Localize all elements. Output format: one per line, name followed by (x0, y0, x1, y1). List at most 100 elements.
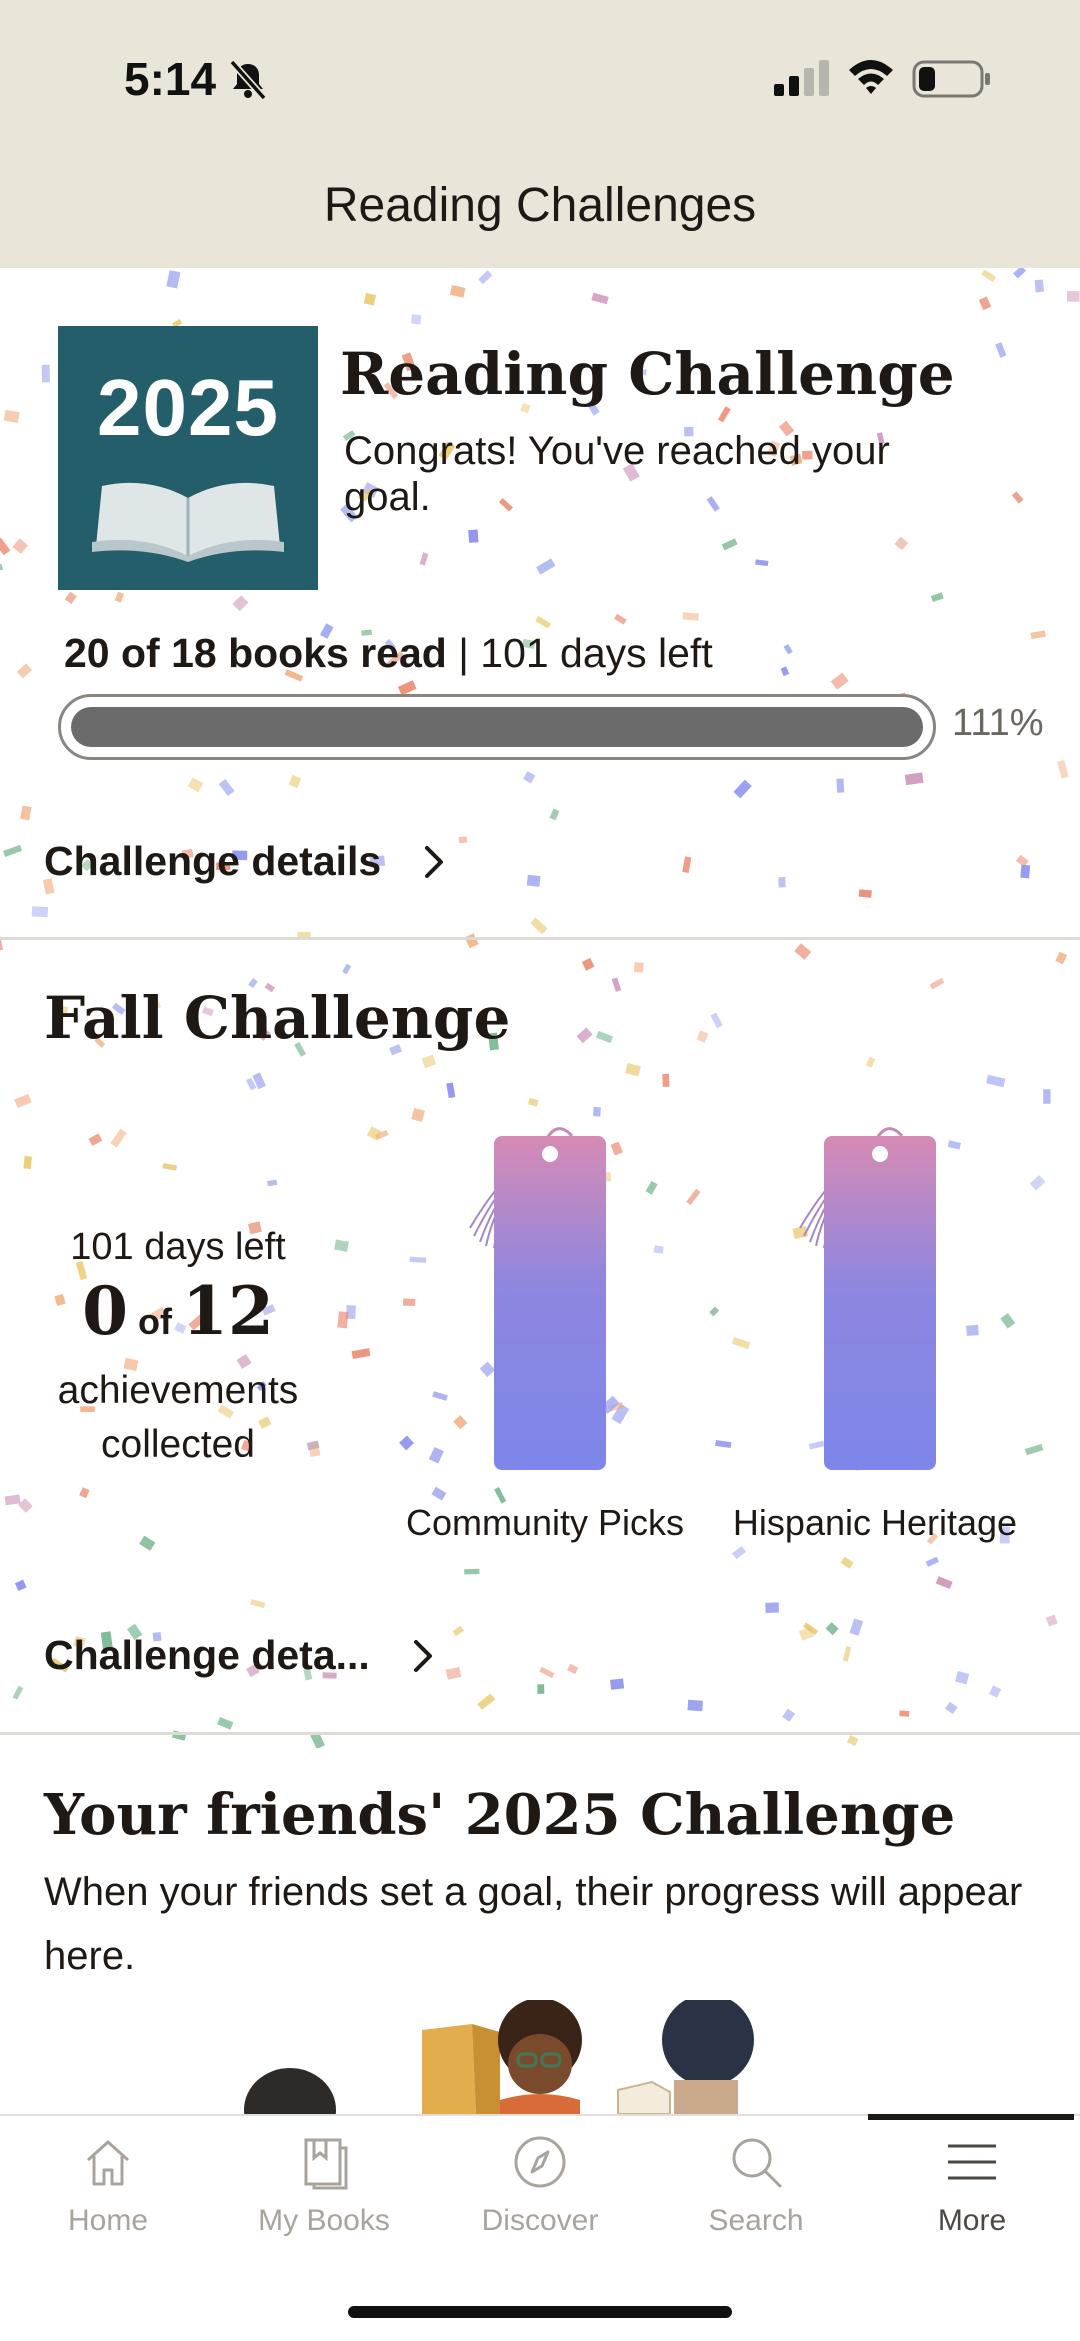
nav-label: More (937, 2204, 1007, 2237)
confetti-piece (899, 1710, 910, 1717)
nav-search[interactable]: Search (648, 2134, 864, 2238)
confetti-piece (1024, 1443, 1044, 1456)
confetti-piece (549, 808, 560, 821)
confetti-piece (432, 1391, 448, 1401)
confetti-piece (1067, 291, 1080, 302)
confetti-piece (449, 285, 466, 298)
confetti-piece (1011, 491, 1024, 504)
chevron-right-icon (425, 845, 444, 878)
confetti-piece (780, 666, 790, 677)
wifi-icon (849, 60, 893, 94)
confetti-piece (717, 406, 731, 423)
confetti-piece (595, 1030, 614, 1044)
cover-year: 2025 (97, 363, 279, 452)
fall-challenge-stats: 101 days left 0 of 12 achievements collect… (30, 1226, 326, 1472)
confetti-piece (334, 1239, 349, 1252)
confetti-piece (755, 559, 769, 567)
confetti-piece (1043, 1089, 1051, 1104)
nav-label: Discover (481, 2204, 599, 2237)
confetti-piece (894, 536, 909, 551)
confetti-piece (802, 1622, 819, 1636)
confetti-piece (419, 552, 429, 566)
confetti-piece (989, 1685, 1002, 1698)
confetti-piece (955, 1671, 970, 1685)
confetti-piece (981, 269, 997, 282)
achievements-total: 12 (182, 1272, 274, 1350)
bookmark-hispanic-heritage[interactable] (790, 1118, 970, 1478)
nav-home[interactable]: Home (0, 2134, 216, 2238)
menu-icon (948, 2144, 996, 2180)
confetti-piece (166, 270, 181, 289)
confetti-piece (929, 977, 945, 990)
confetti-piece (1029, 1175, 1046, 1191)
fall-challenge-details-link[interactable]: Challenge deta... (44, 1632, 436, 1679)
confetti-piece (526, 874, 541, 887)
confetti-piece (14, 1093, 32, 1109)
confetti-piece (625, 1062, 641, 1077)
confetti-piece (12, 538, 28, 554)
bookmark-community-picks[interactable] (460, 1118, 640, 1478)
confetti-piece (1055, 951, 1068, 965)
confetti-piece (840, 1556, 854, 1569)
confetti-piece (1045, 1614, 1058, 1627)
nav-discover[interactable]: Discover (432, 2134, 648, 2238)
confetti-piece (633, 962, 644, 973)
status-time: 5:14 (124, 53, 217, 105)
confetti-piece (576, 1027, 593, 1044)
nav-my-books[interactable]: My Books (216, 2134, 432, 2238)
achievements-count: 0 of 12 (30, 1269, 326, 1364)
reading-challenge-cover[interactable]: 2025 (58, 326, 318, 590)
confetti-piece (252, 1072, 266, 1090)
confetti-piece (363, 292, 376, 306)
confetti-piece (721, 538, 738, 551)
confetti-piece (337, 1311, 349, 1329)
confetti-piece (12, 1685, 24, 1700)
achievements-current: 0 (82, 1272, 129, 1350)
confetti-piece (925, 1556, 939, 1567)
confetti-piece (399, 1435, 415, 1451)
nav-more[interactable]: More (864, 2134, 1080, 2238)
search-icon (732, 2138, 782, 2188)
confetti-piece (452, 1625, 464, 1637)
confetti-piece (935, 1576, 953, 1590)
confetti-piece (3, 409, 20, 424)
fall-challenge-title: Fall Challenge (44, 984, 511, 1052)
reading-challenge-subtitle: Congrats! You've reached your goal. (344, 429, 890, 519)
confetti-piece (610, 1678, 625, 1690)
confetti-piece (64, 591, 77, 605)
compass-icon (514, 2136, 566, 2188)
confetti-piece (782, 1708, 796, 1722)
confetti-piece (1015, 854, 1029, 868)
confetti-piece (858, 889, 872, 898)
confetti-piece (288, 774, 302, 789)
confetti-piece (732, 1545, 747, 1560)
reading-challenge-title: Reading Challenge (340, 340, 955, 408)
confetti-piece (1013, 268, 1027, 279)
section-divider (0, 1732, 1080, 1735)
confetti-piece (715, 1439, 732, 1449)
battery-icon (912, 60, 990, 98)
confetti-piece (778, 876, 786, 888)
confetti-piece (41, 364, 50, 383)
confetti-piece (591, 292, 609, 305)
confetti-piece (653, 1245, 664, 1254)
confetti-piece (611, 977, 622, 992)
nav-label: Search (708, 2204, 804, 2237)
reading-challenge-details-link[interactable]: Challenge details (44, 838, 447, 885)
confetti-piece (267, 1179, 278, 1187)
confetti-piece (682, 856, 692, 874)
confetti-piece (731, 1337, 751, 1350)
confetti-piece (765, 1602, 779, 1613)
confetti-piece (458, 836, 468, 844)
reading-progress-text: 20 of 18 books read | 101 days left (64, 630, 713, 677)
home-icon (86, 2140, 130, 2186)
confetti-piece (162, 1163, 177, 1171)
confetti-piece (375, 1129, 389, 1140)
confetti-piece (930, 592, 944, 602)
confetti-piece (494, 1487, 507, 1504)
confetti-piece (20, 805, 32, 821)
confetti-piece (842, 1646, 852, 1662)
confetti-piece (986, 1074, 1006, 1088)
confetti-piece (783, 644, 793, 655)
confetti-piece (346, 1305, 356, 1320)
